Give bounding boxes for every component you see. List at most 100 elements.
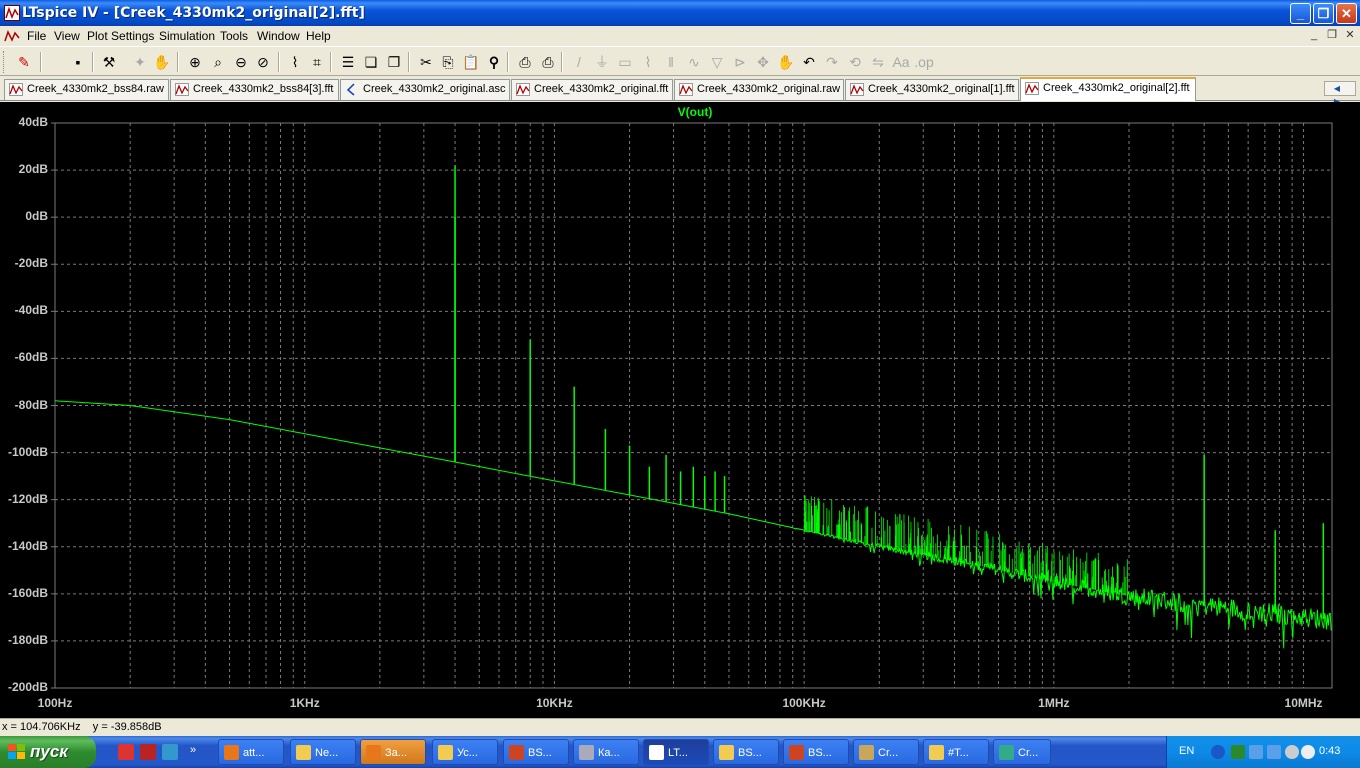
- y-tick-label[interactable]: -100dB: [0, 445, 48, 459]
- diode-icon[interactable]: ▽: [707, 52, 727, 72]
- document-waveform-icon[interactable]: [4, 28, 20, 44]
- redo-icon[interactable]: ↷: [822, 52, 842, 72]
- y-tick-label[interactable]: 0dB: [0, 209, 48, 223]
- open-icon[interactable]: ✎: [14, 52, 34, 72]
- title-bar[interactable]: LTspice IV - [Creek_4330mk2_original[2].…: [0, 0, 1360, 26]
- taskbar-button-4[interactable]: BS...: [503, 739, 569, 765]
- browser-quicklaunch-icon[interactable]: [162, 744, 178, 760]
- y-tick-label[interactable]: -80dB: [0, 398, 48, 412]
- y-tick-label[interactable]: 40dB: [0, 115, 48, 129]
- menu-plot-settings[interactable]: Plot Settings: [87, 29, 154, 43]
- capacitor-icon[interactable]: ‖: [661, 52, 681, 72]
- x-tick-label[interactable]: 100KHz: [764, 696, 844, 710]
- mdi-restore-button[interactable]: ❐: [1325, 29, 1339, 43]
- y-tick-label[interactable]: -60dB: [0, 350, 48, 364]
- tile-horizontal-icon[interactable]: ☰: [338, 52, 358, 72]
- acrobat-quicklaunch-icon[interactable]: [118, 744, 134, 760]
- zoom-in-icon[interactable]: ⊕: [185, 52, 205, 72]
- y-tick-label[interactable]: -20dB: [0, 256, 48, 270]
- tab-scroll-buttons[interactable]: ◀ ▶: [1324, 81, 1356, 106]
- inductor-icon[interactable]: ∿: [684, 52, 704, 72]
- taskbar-button-2[interactable]: За...: [360, 739, 426, 765]
- x-tick-label[interactable]: 1KHz: [265, 696, 345, 710]
- tile-vertical-icon[interactable]: ❐: [384, 52, 404, 72]
- drag-icon[interactable]: ✋: [776, 52, 796, 72]
- menu-file[interactable]: File: [27, 29, 46, 43]
- y-tick-label[interactable]: -200dB: [0, 680, 48, 694]
- component-icon[interactable]: ⊳: [730, 52, 750, 72]
- paste-icon[interactable]: 📋: [461, 52, 481, 72]
- y-tick-label[interactable]: 20dB: [0, 162, 48, 176]
- print-icon[interactable]: ⎙: [538, 52, 558, 72]
- y-tick-label[interactable]: -180dB: [0, 633, 48, 647]
- hammer-icon[interactable]: ⚒: [99, 52, 119, 72]
- y-tick-label[interactable]: -120dB: [0, 492, 48, 506]
- tab-creek-4330mk2-original-1-fft[interactable]: Creek_4330mk2_original[1].fft: [845, 79, 1019, 100]
- taskbar-button-11[interactable]: Cr...: [993, 739, 1051, 765]
- plot-pane[interactable]: V(out) 40dB 20dB 0dB -20dB -40dB -60dB -80dB -1…: [0, 102, 1360, 718]
- y-tick-label[interactable]: -160dB: [0, 586, 48, 600]
- fft-plot[interactable]: [0, 102, 1360, 718]
- mdi-minimize-button[interactable]: _: [1307, 29, 1321, 43]
- x-tick-label[interactable]: 100Hz: [15, 696, 95, 710]
- menu-tools[interactable]: Tools: [220, 29, 248, 43]
- sound-icon[interactable]: [1285, 745, 1299, 759]
- rotate-icon[interactable]: ⟲: [845, 52, 865, 72]
- tab-creek-4330mk2-bss84-raw[interactable]: Creek_4330mk2_bss84.raw: [4, 79, 169, 100]
- save-icon[interactable]: ▪: [68, 52, 88, 72]
- network2-icon[interactable]: [1267, 745, 1281, 759]
- pdf-quicklaunch-icon[interactable]: [140, 744, 156, 760]
- wire-icon[interactable]: /: [569, 52, 589, 72]
- x-tick-label[interactable]: 10MHz: [1264, 696, 1344, 710]
- zoom-area-icon[interactable]: ⌕: [208, 52, 228, 72]
- x-tick-label[interactable]: 10KHz: [514, 696, 594, 710]
- mirror-icon[interactable]: ⇋: [868, 52, 888, 72]
- menu-help[interactable]: Help: [306, 29, 331, 43]
- label-icon[interactable]: ▭: [615, 52, 635, 72]
- spice-directive-icon[interactable]: .op: [914, 52, 934, 72]
- taskbar-button-5[interactable]: Ка...: [573, 739, 639, 765]
- taskbar-button-6[interactable]: LT...: [643, 739, 709, 765]
- ltspice-app-icon[interactable]: [4, 5, 20, 21]
- halt-icon[interactable]: ✦: [130, 52, 150, 72]
- taskbar-button-0[interactable]: att...: [218, 739, 284, 765]
- start-button[interactable]: пуск: [0, 736, 96, 768]
- network-icon[interactable]: [1249, 745, 1263, 759]
- menu-view[interactable]: View: [54, 29, 80, 43]
- autorange-icon[interactable]: ⌇: [285, 52, 305, 72]
- taskbar-button-7[interactable]: BS...: [713, 739, 779, 765]
- zoom-cancel-icon[interactable]: ⊘: [253, 52, 273, 72]
- ground-icon[interactable]: ⏚: [592, 52, 612, 72]
- tray-app-icon[interactable]: [1231, 745, 1245, 759]
- zoom-out-icon[interactable]: ⊖: [231, 52, 251, 72]
- y-tick-label[interactable]: -40dB: [0, 303, 48, 317]
- menu-window[interactable]: Window: [257, 29, 300, 43]
- x-tick-label[interactable]: 1MHz: [1014, 696, 1094, 710]
- minimize-button[interactable]: _: [1290, 3, 1311, 24]
- taskbar-button-3[interactable]: Ус...: [432, 739, 498, 765]
- menu-simulation[interactable]: Simulation: [159, 29, 215, 43]
- tab-creek-4330mk2-bss84-3-fft[interactable]: Creek_4330mk2_bss84[3].fft: [170, 79, 339, 100]
- monitor-icon[interactable]: [1301, 745, 1315, 759]
- find-icon[interactable]: ⚲: [484, 52, 504, 72]
- cascade-icon[interactable]: ❏: [361, 52, 381, 72]
- tray-expand-icon[interactable]: [1211, 745, 1225, 759]
- taskbar-button-8[interactable]: BS...: [783, 739, 849, 765]
- taskbar-button-10[interactable]: #T...: [923, 739, 989, 765]
- mdi-close-button[interactable]: ✕: [1343, 29, 1357, 43]
- language-indicator[interactable]: EN: [1179, 745, 1194, 757]
- tab-creek-4330mk2-original-fft[interactable]: Creek_4330mk2_original.fft: [511, 79, 673, 100]
- y-tick-label[interactable]: -140dB: [0, 539, 48, 553]
- tab-creek-4330mk2-original-raw[interactable]: Creek_4330mk2_original.raw: [674, 79, 844, 100]
- tab-creek-4330mk2-original-asc[interactable]: Creek_4330mk2_original.asc: [340, 79, 510, 100]
- move-icon[interactable]: ✥: [753, 52, 773, 72]
- text-icon[interactable]: Aa: [891, 52, 911, 72]
- cut-icon[interactable]: ✂: [416, 52, 436, 72]
- undo-icon[interactable]: ↶: [799, 52, 819, 72]
- resistor-icon[interactable]: ⌇: [638, 52, 658, 72]
- pan-hand-icon[interactable]: ✋: [152, 52, 172, 72]
- taskbar-button-9[interactable]: Cr...: [853, 739, 919, 765]
- tab-creek-4330mk2-original-2-fft[interactable]: Creek_4330mk2_original[2].fft: [1020, 77, 1196, 101]
- maximize-button[interactable]: ❐: [1313, 3, 1334, 24]
- quicklaunch-more-icon[interactable]: »: [190, 744, 206, 760]
